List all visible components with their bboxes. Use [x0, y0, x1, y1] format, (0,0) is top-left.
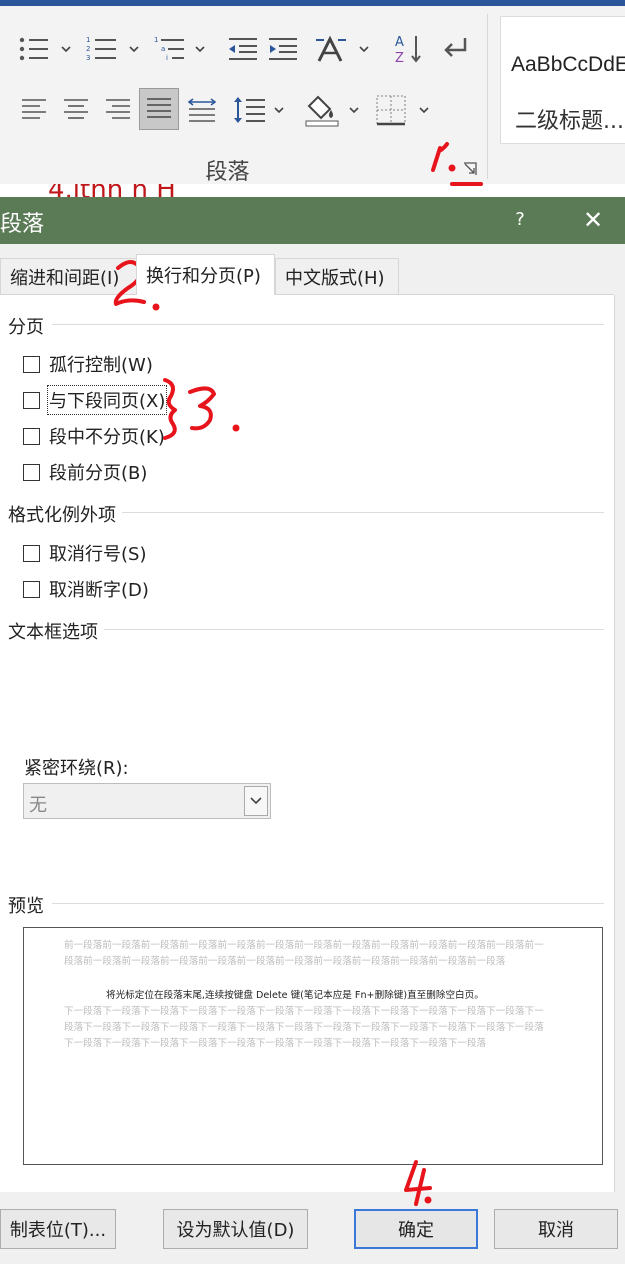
- pagination-heading: 分页: [8, 317, 44, 338]
- tab-line-page-breaks[interactable]: 换行和分页(P): [136, 254, 275, 295]
- section-divider: [104, 629, 604, 630]
- no-hyphenate-checkbox[interactable]: [23, 580, 40, 598]
- numbering-button[interactable]: 1 2 3: [82, 31, 142, 67]
- suppress-line-numbers-option[interactable]: 取消行号(S): [23, 540, 146, 566]
- styles-gallery[interactable]: AaBbCcDdE 二级标题...: [500, 16, 625, 144]
- dialog-launcher-icon: [464, 162, 477, 175]
- svg-text:Z: Z: [395, 51, 404, 65]
- line-spacing-button[interactable]: [230, 90, 288, 130]
- align-left-icon: [22, 99, 46, 119]
- asian-layout-button[interactable]: [312, 31, 372, 67]
- chevron-down-icon[interactable]: [244, 786, 268, 816]
- page-break-before-checkbox[interactable]: [23, 463, 40, 481]
- page-break-before-option[interactable]: 段前分页(B): [23, 459, 147, 485]
- section-divider: [122, 512, 604, 513]
- widow-control-option[interactable]: 孤行控制(W): [23, 351, 153, 377]
- align-right-icon: [106, 99, 130, 119]
- preview-main-text: 将光标定位在段落末尾,连续按键盘 Delete 键(笔记本应是 Fn+删除键)直…: [106, 990, 484, 1001]
- svg-text:i: i: [166, 54, 168, 62]
- sort-icon: A Z: [395, 35, 421, 65]
- textbox-options-heading: 文本框选项: [8, 622, 98, 643]
- keep-lines-together-label: 段中不分页(K): [49, 427, 165, 448]
- suppress-line-numbers-label: 取消行号(S): [49, 544, 147, 565]
- style-heading-2[interactable]: 二级标题...: [515, 103, 624, 135]
- paragraph-dialog-launcher[interactable]: [461, 161, 481, 179]
- align-center-button[interactable]: [56, 90, 96, 130]
- preview-area: 前一段落前一段落前一段落前一段落前一段落前一段落前一段落前一段落前一段落前一段落…: [23, 927, 603, 1165]
- dialog-title: 段落: [0, 212, 45, 237]
- dialog-tabs: 缩进和间距(I) 换行和分页(P) 中文版式(H): [0, 244, 625, 296]
- document-behind: 4.itnh h H: [0, 184, 625, 198]
- align-center-icon: [64, 99, 88, 119]
- section-divider: [52, 903, 604, 904]
- paragraph-group-label: 段落: [205, 160, 250, 185]
- svg-text:a: a: [161, 45, 165, 53]
- keep-with-next-label: 与下段同页(X): [46, 385, 168, 415]
- align-right-button[interactable]: [98, 90, 138, 130]
- style-normal[interactable]: AaBbCcDdE: [511, 53, 625, 77]
- increase-indent-button[interactable]: [264, 31, 304, 67]
- svg-text:1: 1: [154, 36, 158, 44]
- suppress-line-numbers-checkbox[interactable]: [23, 544, 40, 562]
- borders-icon: [376, 95, 429, 126]
- keep-with-next-option[interactable]: 与下段同页(X): [23, 385, 168, 415]
- show-marks-button[interactable]: [436, 31, 472, 67]
- bullets-button[interactable]: [14, 31, 74, 67]
- widow-control-checkbox[interactable]: [23, 355, 40, 373]
- multilevel-list-icon: 1 a i: [154, 36, 205, 62]
- keep-lines-together-option[interactable]: 段中不分页(K): [23, 423, 165, 449]
- multilevel-list-button[interactable]: 1 a i: [150, 31, 210, 67]
- line-spacing-icon: [234, 97, 284, 123]
- cancel-button[interactable]: 取消: [494, 1209, 618, 1249]
- distributed-icon: [187, 98, 217, 122]
- formatting-exceptions-heading: 格式化例外项: [8, 505, 116, 526]
- preview-before-text: 前一段落前一段落前一段落前一段落前一段落前一段落前一段落前一段落前一段落前一段落…: [64, 940, 544, 967]
- borders-button[interactable]: [372, 90, 434, 130]
- shading-button[interactable]: [302, 90, 362, 130]
- tab-asian-typography[interactable]: 中文版式(H): [275, 258, 399, 294]
- keep-lines-together-checkbox[interactable]: [23, 427, 40, 445]
- tabs-button[interactable]: 制表位(T)...: [0, 1209, 116, 1249]
- no-hyphenate-label: 取消断字(D): [49, 580, 149, 601]
- svg-text:2: 2: [86, 45, 90, 53]
- align-left-button[interactable]: [14, 90, 54, 130]
- section-divider: [52, 324, 604, 325]
- paragraph-mark-icon: [444, 38, 467, 57]
- decrease-indent-button[interactable]: [222, 31, 262, 67]
- decrease-indent-icon: [229, 38, 257, 60]
- set-default-button[interactable]: 设为默认值(D): [163, 1209, 308, 1249]
- svg-text:A: A: [395, 35, 404, 50]
- tab-indents-spacing[interactable]: 缩进和间距(I): [0, 258, 138, 294]
- close-button[interactable]: ✕: [580, 206, 606, 234]
- increase-indent-icon: [269, 38, 297, 60]
- sort-button[interactable]: A Z: [390, 31, 426, 67]
- tight-wrap-select[interactable]: 无: [23, 783, 271, 819]
- tight-wrap-value: 无: [29, 795, 47, 816]
- numbering-icon: 1 2 3: [86, 36, 139, 62]
- preview-after-text: 下一段落下一段落下一段落下一段落下一段落下一段落下一段落下一段落下一段落下一段落…: [64, 1006, 544, 1049]
- no-hyphenate-option[interactable]: 取消断字(D): [23, 576, 149, 602]
- widow-control-label: 孤行控制(W): [49, 355, 153, 376]
- justify-icon: [147, 98, 171, 118]
- ribbon-paragraph-group: 1 2 3 1 a i A Z 段落 AaBbCcDdE 二级标题...: [0, 6, 625, 185]
- keep-with-next-checkbox[interactable]: [23, 391, 40, 409]
- dialog-titlebar: 段落 ? ✕: [0, 197, 625, 244]
- distributed-button[interactable]: [182, 90, 222, 130]
- preview-heading: 预览: [8, 896, 44, 917]
- document-text: 4.itnh h H: [48, 184, 176, 198]
- paint-bucket-icon: [305, 95, 359, 127]
- svg-text:3: 3: [86, 54, 90, 62]
- svg-text:1: 1: [86, 36, 90, 44]
- page-break-before-label: 段前分页(B): [49, 463, 148, 484]
- bullets-icon: [19, 37, 71, 61]
- asian-layout-icon: [316, 35, 369, 62]
- justify-button[interactable]: [139, 88, 179, 130]
- ok-button[interactable]: 确定: [354, 1209, 478, 1249]
- help-button[interactable]: ?: [510, 209, 530, 230]
- ribbon-separator: [487, 14, 488, 179]
- tight-wrap-label: 紧密环绕(R):: [24, 758, 129, 779]
